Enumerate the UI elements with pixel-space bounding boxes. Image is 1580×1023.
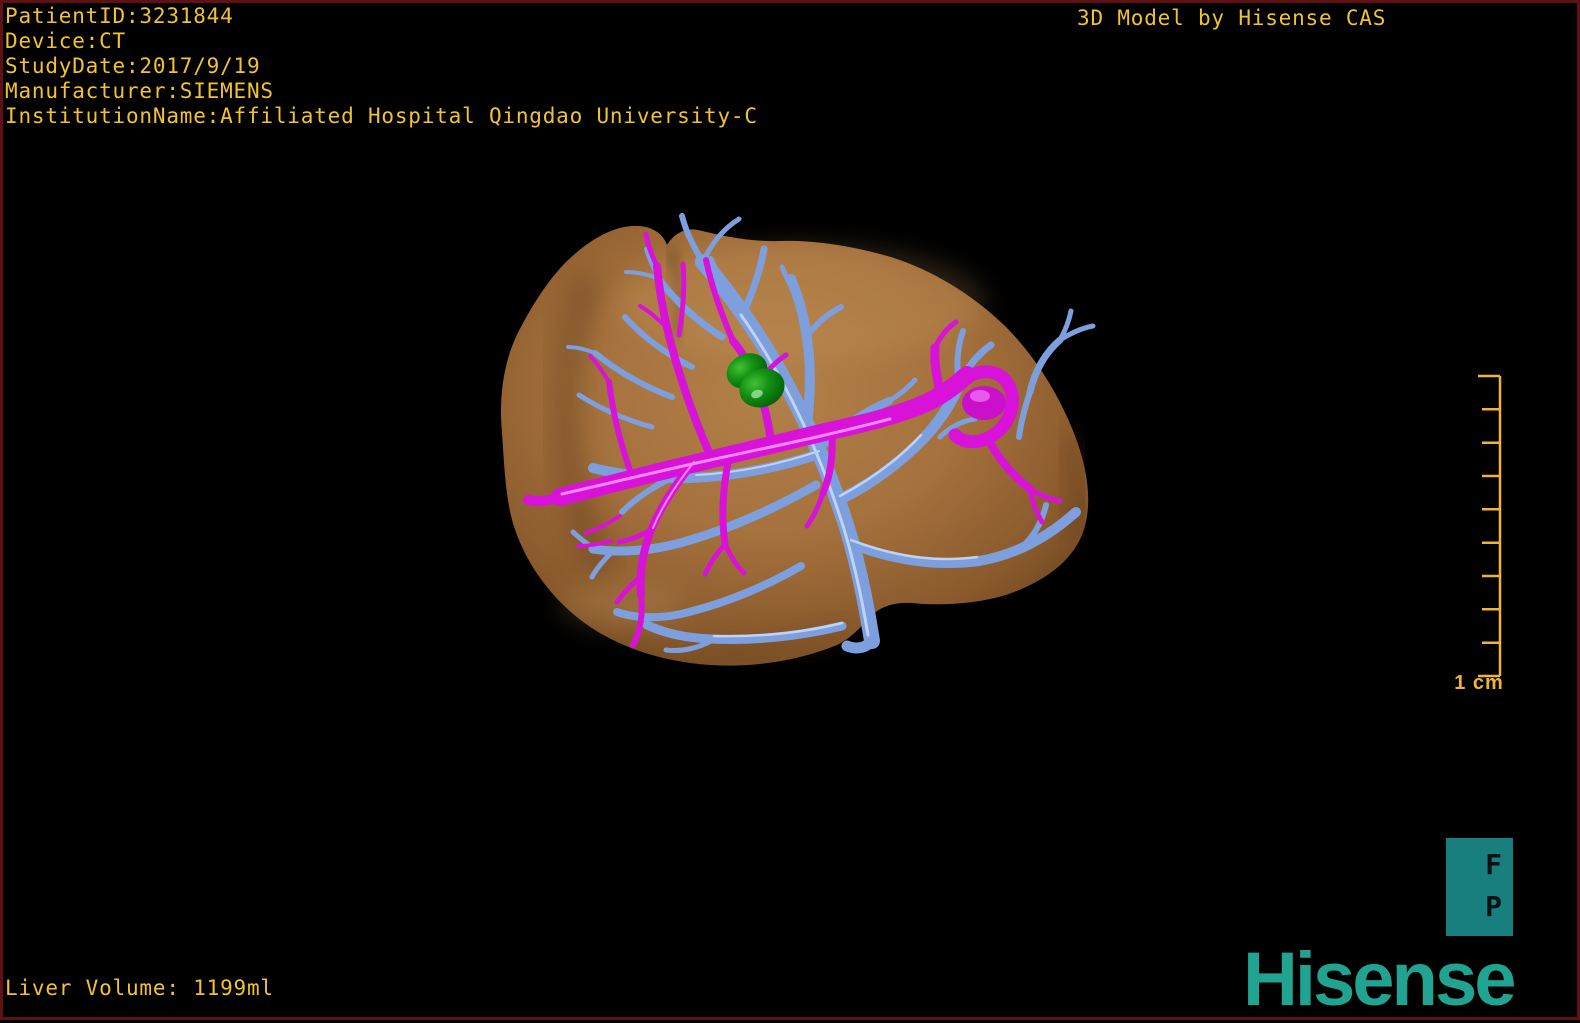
- institution-name: InstitutionName:Affiliated Hospital Qing…: [5, 104, 758, 129]
- scale-bar-ticks: [1478, 376, 1500, 676]
- device: Device:CT: [5, 29, 758, 54]
- scale-bar: [1452, 368, 1512, 684]
- patient-id: PatientID:3231844: [5, 4, 758, 29]
- orientation-bottom-label: P: [1485, 893, 1502, 921]
- orientation-top-label: F: [1485, 851, 1502, 879]
- study-date: StudyDate:2017/9/19: [5, 54, 758, 79]
- watermark-title: 3D Model by Hisense CAS: [1077, 6, 1386, 30]
- orientation-marker: F P: [1446, 838, 1513, 936]
- patient-info: PatientID:3231844 Device:CT StudyDate:20…: [5, 4, 758, 129]
- liver-3d-model: [470, 185, 1110, 685]
- liver-volume-readout: Liver Volume: 1199ml: [5, 976, 274, 1000]
- manufacturer: Manufacturer:SIEMENS: [5, 79, 758, 104]
- hisense-logo: Hisense: [1243, 936, 1514, 1023]
- 3d-viewport[interactable]: PatientID:3231844 Device:CT StudyDate:20…: [0, 0, 1580, 1020]
- scale-bar-label: 1 cm: [1447, 672, 1511, 695]
